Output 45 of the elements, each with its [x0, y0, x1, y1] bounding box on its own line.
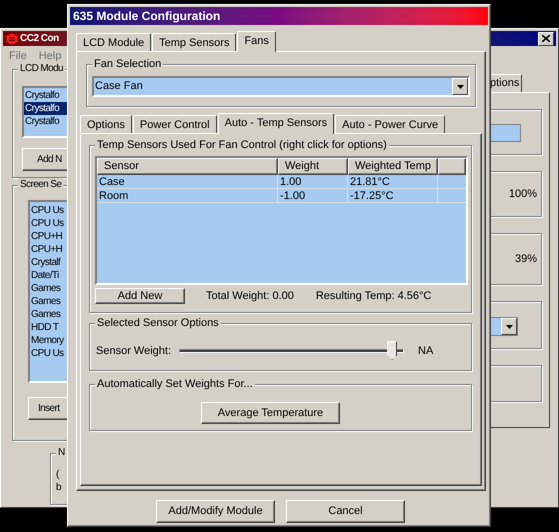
table-cell: Case	[97, 175, 278, 188]
group-label: Automatically Set Weights For...	[95, 377, 255, 391]
table-cell: -1.00	[278, 189, 348, 202]
percent-reading: 39%	[514, 252, 537, 267]
group-label: Selected Sensor Options	[95, 316, 221, 330]
caret-icon	[456, 84, 464, 88]
column-header[interactable]: Weight	[278, 158, 348, 175]
tab[interactable]: Fans	[237, 31, 276, 52]
tab[interactable]: Power Control	[132, 115, 217, 133]
push-button[interactable]: Cancel	[286, 500, 405, 523]
tab[interactable]: LCD Module	[76, 33, 152, 51]
caret-icon	[506, 324, 512, 328]
dropdown-button[interactable]	[452, 78, 468, 95]
group-label: Temp Sensors Used For Fan Control (right click for options)	[95, 138, 389, 152]
sensor-table[interactable]: Sensor Weight Weighted Temp Case 1.00 21.81°C Room -1.00 -17.25°C	[95, 156, 468, 285]
resulting-temp-text: Resulting Temp: 4.56°C	[316, 289, 432, 304]
info-text: b	[56, 481, 62, 494]
window-title: 635 Module Configuration	[73, 8, 220, 25]
close-button[interactable]	[538, 32, 554, 46]
push-button[interactable]: Average Temperature	[201, 402, 340, 424]
push-button[interactable]: Add/Modify Module	[156, 500, 275, 523]
close-icon	[542, 35, 550, 42]
slider-label: Sensor Weight:	[96, 344, 172, 359]
percent-reading: 100%	[508, 186, 537, 202]
tab[interactable]: Auto - Power Curve	[335, 115, 446, 133]
tab[interactable]: Auto - Temp Sensors	[218, 113, 334, 134]
table-cell: -17.25°C	[348, 189, 438, 202]
column-header[interactable]	[438, 158, 466, 175]
logo-icon	[5, 32, 19, 44]
push-button[interactable]: Add New	[95, 288, 185, 304]
fan-dropdown[interactable]: Case Fan	[92, 76, 470, 97]
column-header[interactable]: Sensor	[97, 158, 278, 175]
tab[interactable]: Options	[80, 115, 132, 133]
table-cell: 21.81°C	[348, 175, 438, 188]
dropdown-button[interactable]	[501, 318, 517, 335]
table-cell: Room	[97, 189, 278, 202]
info-text: (	[56, 468, 60, 481]
table-cell: 1.00	[278, 175, 348, 188]
window-title: CC2 Con	[20, 32, 59, 46]
weight-reading: NA	[418, 344, 434, 359]
total-weight-text: Total Weight: 0.00	[206, 289, 294, 304]
slider-thumb[interactable]	[387, 341, 398, 360]
tab[interactable]: Temp Sensors	[152, 33, 236, 51]
weight-slider[interactable]	[179, 341, 404, 361]
column-header[interactable]: Weighted Temp	[348, 158, 438, 175]
